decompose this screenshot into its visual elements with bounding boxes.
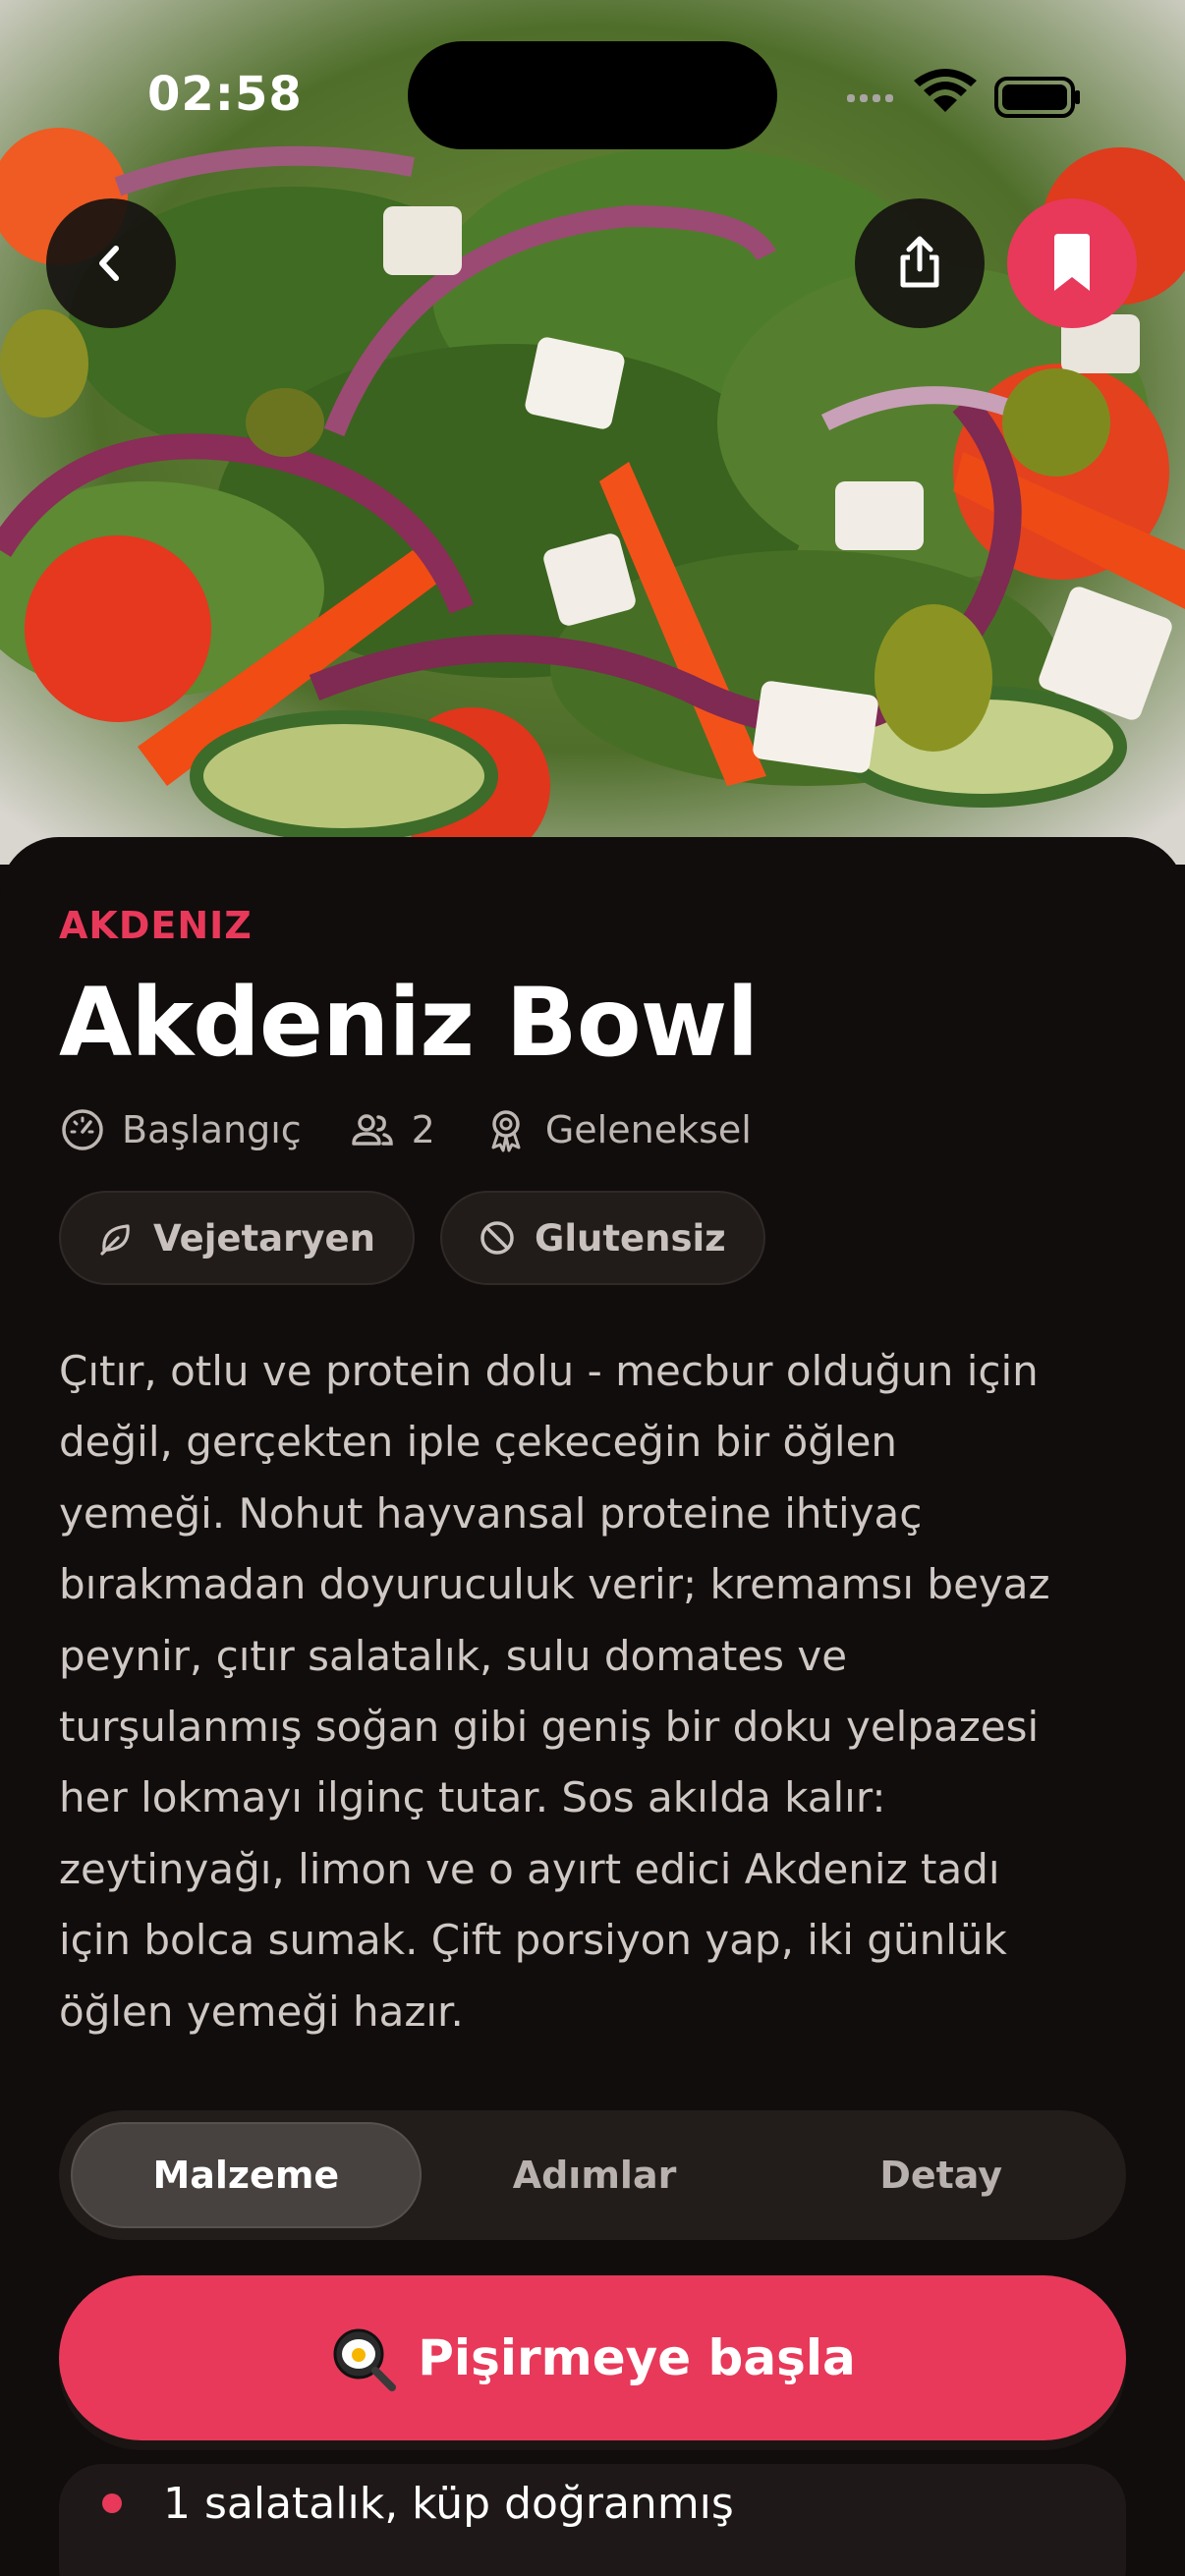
meta-servings: 2 [349, 1106, 435, 1153]
dynamic-island [408, 41, 777, 149]
frying-pan-icon [333, 2328, 397, 2391]
award-icon [491, 1110, 521, 1152]
meta-difficulty: Başlangıç [59, 1106, 302, 1153]
description-line: peynir, çıtır salatalık, sulu domates ve [59, 1631, 848, 1680]
tab-ingredients[interactable]: Malzeme [71, 2122, 422, 2228]
ban-icon [480, 1221, 514, 1255]
recipe-tabs: Malzeme Adımlar Detay [59, 2110, 1126, 2240]
description-line: için bolca sumak. Çift porsiyon yap, iki… [59, 1916, 1007, 1965]
description-line: Çıtır, otlu ve protein dolu - mecbur old… [59, 1347, 1039, 1395]
tag-gluten-free: Glutensiz [439, 1191, 765, 1285]
wifi-icon [914, 69, 977, 112]
status-time: 02:58 [147, 67, 303, 122]
bookmark-button[interactable] [1007, 198, 1137, 328]
users-icon [351, 1114, 393, 1146]
tab-steps[interactable]: Adımlar [422, 2122, 768, 2228]
diet-tags: Vejetaryen Glutensiz [59, 1191, 791, 1285]
gauge-icon [62, 1109, 103, 1150]
bookmark-icon [1054, 234, 1090, 291]
description-line: değil, gerçekten iple çekeceğin bir öğle… [59, 1418, 898, 1467]
tag-vegetarian: Vejetaryen [59, 1191, 415, 1285]
recipe-title: Akdeniz Bowl [59, 968, 759, 1078]
battery-icon [994, 77, 1080, 118]
description-line: öğlen yemeği hazır. [59, 1987, 464, 2036]
start-cooking-button[interactable]: Pişirmeye başla [59, 2275, 1126, 2440]
tag-gluten-free-label: Glutensiz [534, 1216, 726, 1260]
description-line: her lokmayı ilginç tutar. Sos akılda kal… [59, 1773, 886, 1822]
description-line: zeytinyağı, limon ve o ayırt edici Akden… [59, 1844, 1000, 1893]
meta-servings-text: 2 [411, 1108, 435, 1151]
start-cooking-label: Pişirmeye başla [418, 2329, 856, 2386]
recipe-meta: Başlangıç 2 Geleneksel [59, 1100, 799, 1159]
description-line: yemeği. Nohut hayvansal proteine ihtiyaç [59, 1488, 923, 1538]
leaf-icon [100, 1224, 130, 1256]
ingredient-item: 1 salatalık, küp doğranmış [59, 2464, 1126, 2576]
recipe-description: Çıtır, otlu ve protein dolu - mecbur old… [59, 1336, 1130, 2047]
bullet-icon [102, 2493, 122, 2513]
back-button[interactable] [46, 198, 176, 328]
recipe-category: AKDENIZ [59, 904, 253, 947]
tag-vegetarian-label: Vejetaryen [153, 1216, 375, 1260]
meta-style: Geleneksel [482, 1106, 752, 1153]
share-icon [900, 236, 939, 288]
meta-difficulty-text: Başlangıç [122, 1108, 302, 1151]
meta-style-text: Geleneksel [544, 1108, 752, 1151]
status-icons [847, 69, 1083, 124]
description-line: bırakmadan doyuruculuk verir; kremamsı b… [59, 1560, 1050, 1609]
ingredient-text: 1 salatalık, küp doğranmış [163, 2478, 734, 2529]
chevron-left-icon [99, 246, 119, 281]
share-button[interactable] [855, 198, 985, 328]
description-line: turşulanmış soğan gibi geniş bir doku ye… [59, 1703, 1040, 1752]
signal-icon [847, 94, 893, 102]
tab-details[interactable]: Detay [767, 2122, 1114, 2228]
